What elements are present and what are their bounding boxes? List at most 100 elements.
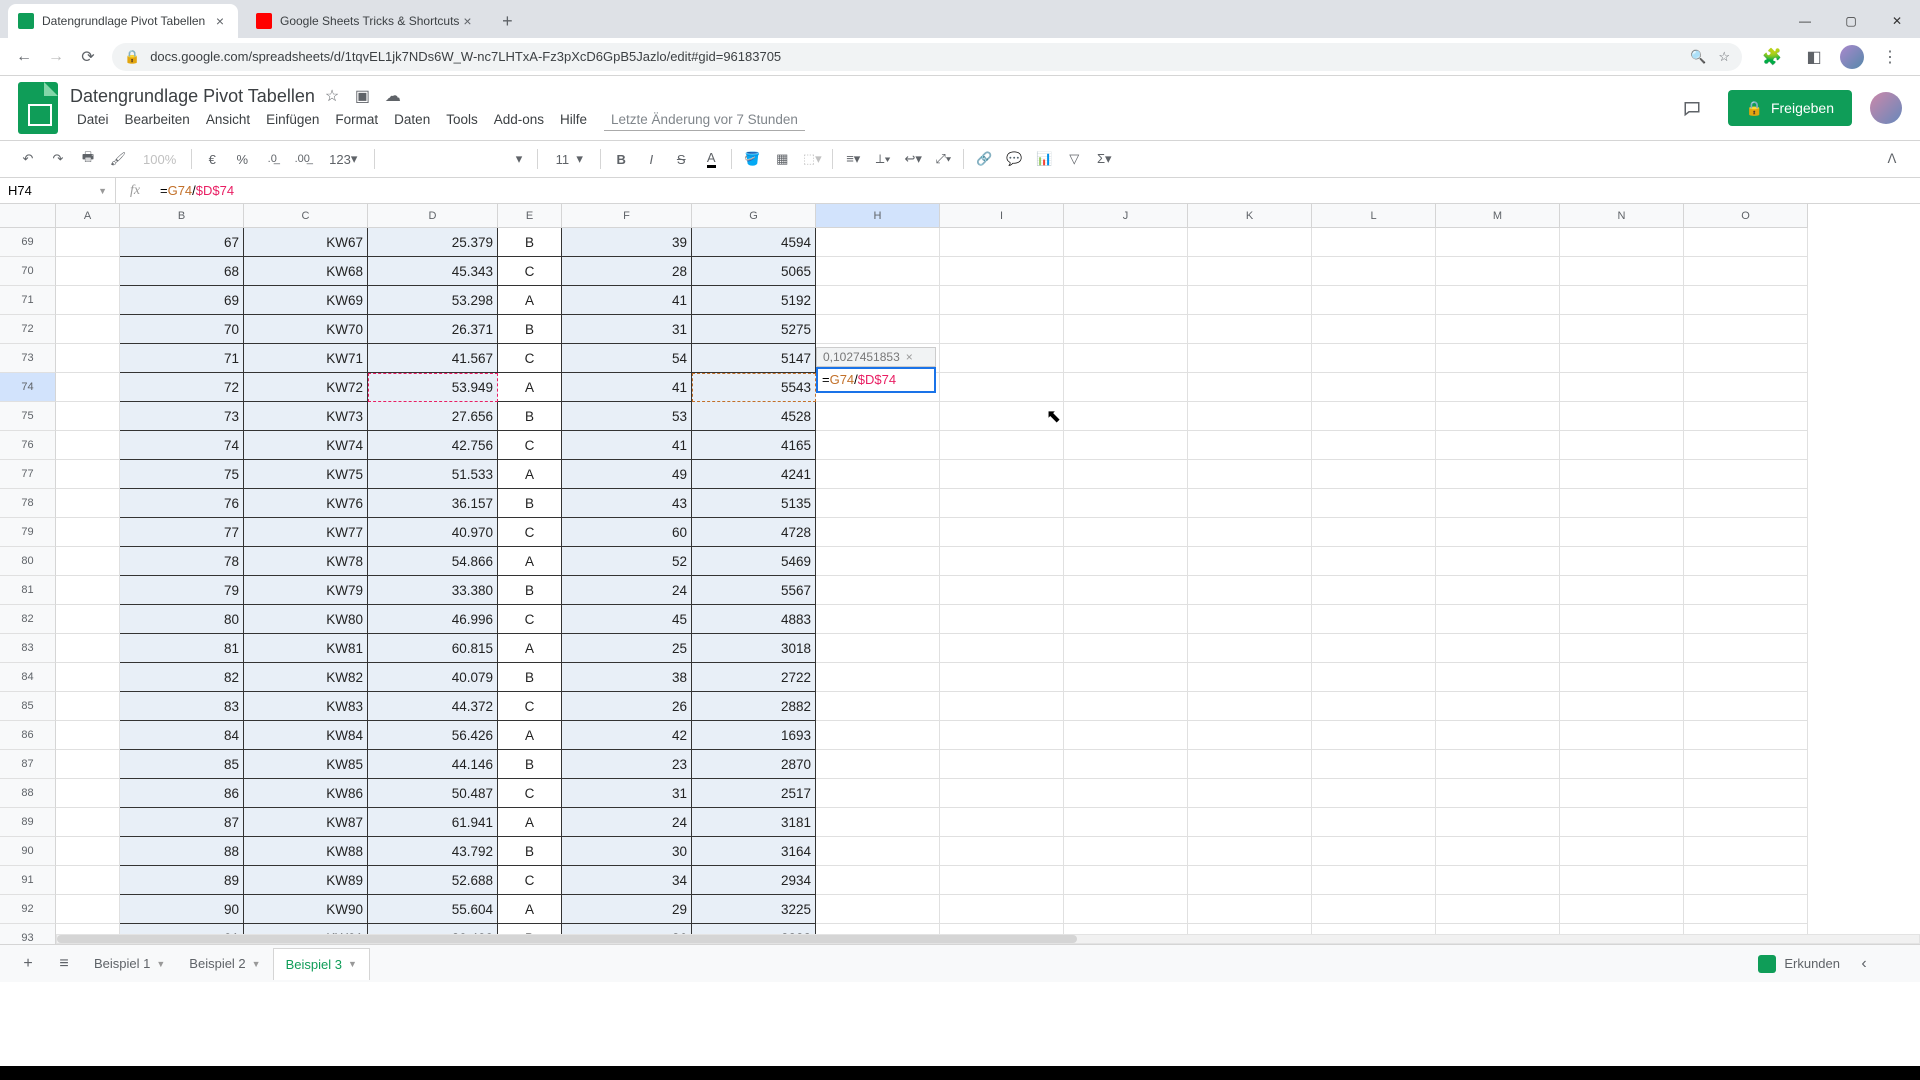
row-header[interactable]: 86: [0, 721, 56, 750]
number-format-select[interactable]: 123▾: [318, 145, 368, 173]
cell[interactable]: 72: [120, 373, 244, 402]
column-header-F[interactable]: F: [562, 204, 692, 228]
cell[interactable]: [1188, 431, 1312, 460]
cell[interactable]: C: [498, 344, 562, 373]
column-header-M[interactable]: M: [1436, 204, 1560, 228]
cell[interactable]: [940, 373, 1064, 402]
cell[interactable]: KW84: [244, 721, 368, 750]
row-header[interactable]: 74: [0, 373, 56, 402]
cell[interactable]: [1684, 228, 1808, 257]
cell[interactable]: [1560, 257, 1684, 286]
cell[interactable]: [1684, 837, 1808, 866]
cell[interactable]: [1436, 808, 1560, 837]
cell[interactable]: [1684, 576, 1808, 605]
cell[interactable]: [816, 837, 940, 866]
back-button[interactable]: ←: [8, 41, 40, 73]
cell[interactable]: 30: [562, 837, 692, 866]
row-header[interactable]: 75: [0, 402, 56, 431]
cell[interactable]: [1312, 895, 1436, 924]
cell[interactable]: [1312, 605, 1436, 634]
cell[interactable]: B: [498, 489, 562, 518]
cell[interactable]: [816, 460, 940, 489]
cell[interactable]: [1188, 866, 1312, 895]
row-header[interactable]: 73: [0, 344, 56, 373]
cell[interactable]: 34: [562, 866, 692, 895]
text-rotation-button[interactable]: ⤢▾: [929, 145, 957, 173]
cell[interactable]: [1188, 518, 1312, 547]
menu-hilfe[interactable]: Hilfe: [553, 109, 594, 131]
row-header[interactable]: 92: [0, 895, 56, 924]
cell[interactable]: [1312, 518, 1436, 547]
cell[interactable]: 4728: [692, 518, 816, 547]
cell[interactable]: 52.688: [368, 866, 498, 895]
cell[interactable]: 5147: [692, 344, 816, 373]
horizontal-align-button[interactable]: ≡▾: [839, 145, 867, 173]
cell[interactable]: KW80: [244, 605, 368, 634]
collapse-toolbar-button[interactable]: ᐱ: [1878, 145, 1906, 173]
cell[interactable]: C: [498, 605, 562, 634]
cell[interactable]: [940, 344, 1064, 373]
cell[interactable]: [56, 431, 120, 460]
cell[interactable]: [1188, 344, 1312, 373]
cell[interactable]: 71: [120, 344, 244, 373]
cell[interactable]: 4528: [692, 402, 816, 431]
cell[interactable]: 41: [562, 373, 692, 402]
cell[interactable]: [940, 518, 1064, 547]
cell[interactable]: [1188, 576, 1312, 605]
cell[interactable]: [1188, 286, 1312, 315]
menu-ansicht[interactable]: Ansicht: [199, 109, 257, 131]
cell[interactable]: 42.756: [368, 431, 498, 460]
cell[interactable]: KW74: [244, 431, 368, 460]
cell[interactable]: [1560, 286, 1684, 315]
cell[interactable]: KW69: [244, 286, 368, 315]
row-header[interactable]: 89: [0, 808, 56, 837]
cell[interactable]: [1188, 489, 1312, 518]
cell[interactable]: 60.815: [368, 634, 498, 663]
menu-bearbeiten[interactable]: Bearbeiten: [118, 109, 197, 131]
cell[interactable]: [816, 663, 940, 692]
cell[interactable]: [1560, 518, 1684, 547]
column-header-G[interactable]: G: [692, 204, 816, 228]
cell[interactable]: [816, 518, 940, 547]
cell[interactable]: [816, 779, 940, 808]
star-icon[interactable]: ☆: [325, 86, 345, 106]
cell[interactable]: KW73: [244, 402, 368, 431]
cell[interactable]: [56, 518, 120, 547]
cell[interactable]: 46.996: [368, 605, 498, 634]
cell[interactable]: [1684, 808, 1808, 837]
cell[interactable]: 43: [562, 489, 692, 518]
cell[interactable]: 24: [562, 808, 692, 837]
cell[interactable]: [940, 315, 1064, 344]
column-header-C[interactable]: C: [244, 204, 368, 228]
cell[interactable]: KW85: [244, 750, 368, 779]
cell[interactable]: [1560, 605, 1684, 634]
row-header[interactable]: 77: [0, 460, 56, 489]
cell[interactable]: [1312, 721, 1436, 750]
cell[interactable]: B: [498, 663, 562, 692]
cell[interactable]: [1560, 750, 1684, 779]
cell[interactable]: [1312, 402, 1436, 431]
cell[interactable]: 90: [120, 895, 244, 924]
cell[interactable]: 31: [562, 315, 692, 344]
cell[interactable]: 76: [120, 489, 244, 518]
cell[interactable]: 27.656: [368, 402, 498, 431]
cell[interactable]: [1560, 634, 1684, 663]
cell[interactable]: [1560, 779, 1684, 808]
close-window-button[interactable]: ✕: [1874, 4, 1920, 38]
cell[interactable]: 25.379: [368, 228, 498, 257]
cell[interactable]: 85: [120, 750, 244, 779]
cell[interactable]: KW86: [244, 779, 368, 808]
cell[interactable]: [1560, 315, 1684, 344]
cell[interactable]: [1064, 692, 1188, 721]
cell[interactable]: KW76: [244, 489, 368, 518]
chevron-down-icon[interactable]: ▼: [252, 959, 261, 969]
cell[interactable]: [1312, 837, 1436, 866]
cell[interactable]: [1312, 547, 1436, 576]
cell[interactable]: [816, 634, 940, 663]
cell[interactable]: [1188, 257, 1312, 286]
cell[interactable]: [1436, 634, 1560, 663]
cell[interactable]: [1436, 228, 1560, 257]
cell[interactable]: [1436, 402, 1560, 431]
cell[interactable]: KW68: [244, 257, 368, 286]
cell[interactable]: [1560, 721, 1684, 750]
